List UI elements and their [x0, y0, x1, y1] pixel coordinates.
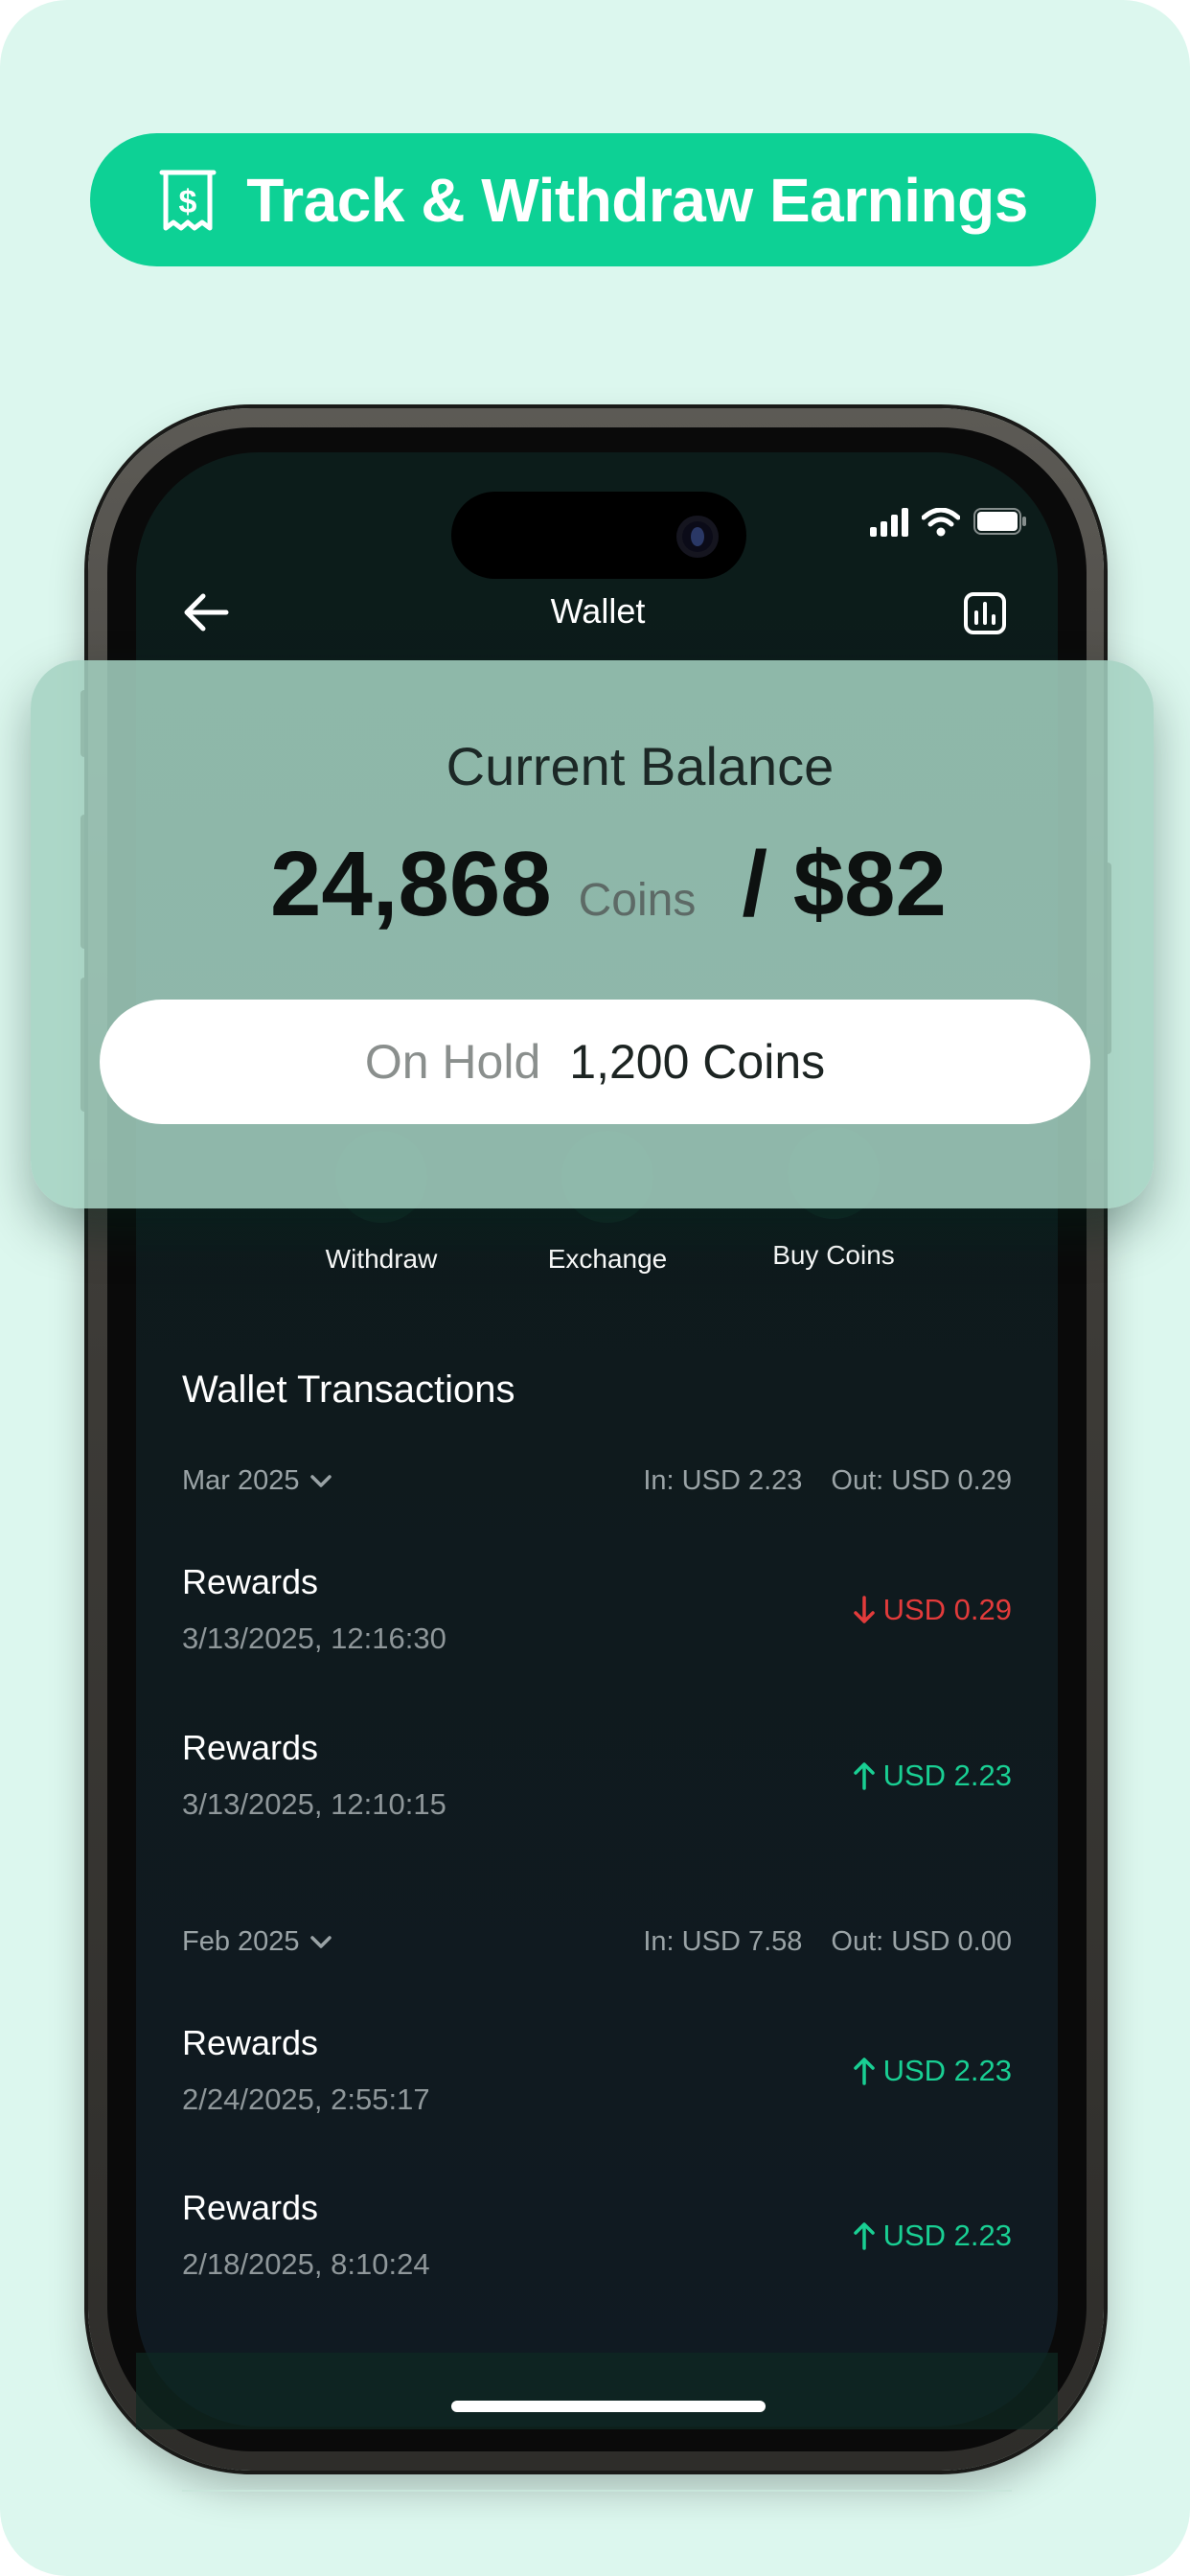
home-indicator[interactable]	[451, 2401, 766, 2412]
transaction-name: Rewards	[182, 2023, 319, 2062]
transaction-amount: USD 2.23	[853, 2219, 1012, 2253]
transaction-row[interactable]: Rewards 3/13/2025, 12:10:15 USD 2.23	[182, 1728, 1012, 1833]
month-out-total: Out: USD 0.00	[831, 1926, 1012, 1957]
camera-icon	[676, 516, 719, 558]
month-selector[interactable]: Feb 2025	[182, 1926, 332, 1958]
bottom-sheet-edge	[136, 2353, 1058, 2429]
exchange-label: Exchange	[547, 1244, 668, 1274]
transaction-amount-value: USD 2.23	[882, 2219, 1012, 2252]
svg-text:$: $	[179, 184, 197, 220]
transaction-date: 2/24/2025, 2:55:17	[182, 2082, 430, 2116]
buy-coins-label: Buy Coins	[772, 1240, 895, 1270]
page-title: Wallet	[550, 591, 646, 631]
transaction-row[interactable]: Rewards 2/24/2025, 2:55:17 USD 2.23	[182, 2023, 1012, 2128]
transaction-amount-value: USD 2.23	[882, 2054, 1012, 2087]
transaction-amount: USD 0.29	[853, 1593, 1012, 1627]
transaction-amount: USD 2.23	[853, 1759, 1012, 1793]
month-out-total: Out: USD 0.29	[831, 1465, 1012, 1496]
signal-icon	[870, 508, 910, 537]
balance-coins-unit: Coins	[578, 875, 697, 926]
balance-label: Current Balance	[446, 736, 835, 796]
withdraw-label: Withdraw	[325, 1244, 438, 1274]
balance-coins: 24,868	[270, 833, 552, 935]
month-in-total: In: USD 7.58	[643, 1926, 803, 1957]
chevron-down-icon	[309, 1474, 332, 1487]
month-label: Feb 2025	[182, 1926, 300, 1957]
divider	[182, 2490, 1012, 2492]
arrow-left-icon[interactable]	[182, 592, 230, 632]
arrow-up-icon	[853, 2222, 875, 2250]
transactions-heading: Wallet Transactions	[182, 1368, 515, 1411]
transaction-amount-value: USD 0.29	[882, 1593, 1012, 1626]
transaction-name: Rewards	[182, 1728, 319, 1767]
banner-title: Track & Withdraw Earnings	[246, 165, 1028, 235]
transaction-row[interactable]: Rewards 3/13/2025, 12:16:30 USD 0.29	[182, 1562, 1012, 1668]
month-label: Mar 2025	[182, 1465, 300, 1496]
arrow-up-icon	[853, 1762, 875, 1790]
chevron-down-icon	[309, 1935, 332, 1948]
on-hold-value: 1,200 Coins	[569, 1035, 826, 1089]
wifi-icon	[922, 508, 960, 537]
month-header: Feb 2025 In: USD 7.58 Out: USD 0.00	[182, 1926, 1012, 1965]
month-header: Mar 2025 In: USD 2.23 Out: USD 0.29	[182, 1465, 1012, 1504]
feature-banner: $ Track & Withdraw Earnings	[90, 133, 1096, 266]
transaction-name: Rewards	[182, 1562, 319, 1601]
receipt-dollar-icon: $	[158, 169, 217, 232]
transaction-amount: USD 2.23	[853, 2054, 1012, 2088]
bar-chart-icon[interactable]	[963, 591, 1007, 635]
balance-usd: / $82	[742, 833, 947, 935]
transaction-name: Rewards	[182, 2188, 319, 2227]
arrow-up-icon	[853, 2058, 875, 2085]
arrow-down-icon	[853, 1596, 875, 1623]
transaction-date: 3/13/2025, 12:10:15	[182, 1787, 446, 1821]
transaction-amount-value: USD 2.23	[882, 1759, 1012, 1792]
on-hold-pill: On Hold 1,200 Coins	[100, 1000, 1090, 1124]
on-hold-label: On Hold	[364, 1035, 541, 1089]
battery-icon	[973, 508, 1027, 535]
transaction-row[interactable]: Rewards 2/18/2025, 8:10:24 USD 2.23	[182, 2188, 1012, 2293]
balance-amount: 24,868 Coins / $82	[270, 832, 947, 937]
transaction-date: 3/13/2025, 12:16:30	[182, 1622, 446, 1655]
transaction-date: 2/18/2025, 8:10:24	[182, 2247, 430, 2281]
month-selector[interactable]: Mar 2025	[182, 1465, 332, 1497]
month-in-total: In: USD 2.23	[643, 1465, 803, 1496]
